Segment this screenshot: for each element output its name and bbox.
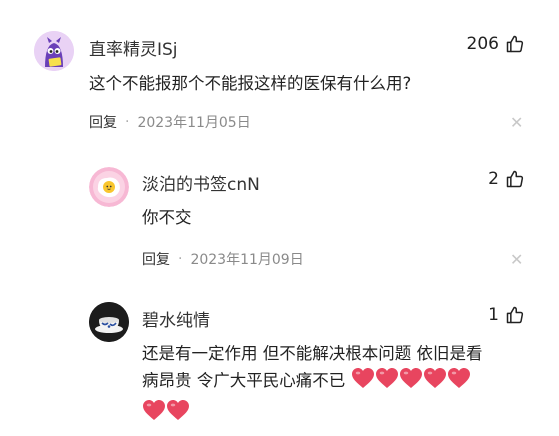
close-icon[interactable]: ✕ [510, 250, 523, 269]
heart-emoji-icon [423, 367, 447, 397]
like-button[interactable]: 206 [467, 34, 525, 54]
fried-egg-icon [89, 167, 129, 207]
heart-emoji-icon [375, 367, 399, 397]
reply-button[interactable]: 回复 [89, 112, 117, 132]
comment-meta: 回复 · 2023年11月09日 [142, 249, 304, 269]
like-button[interactable]: 2 [488, 169, 525, 189]
like-count: 2 [488, 169, 499, 189]
thumbs-up-icon [506, 306, 524, 324]
heart-emoji-icon [351, 367, 375, 397]
user-avatar[interactable] [89, 167, 129, 207]
username[interactable]: 淡泊的书签cnN [142, 170, 260, 195]
comment-date: 2023年11月05日 [137, 115, 251, 131]
like-count: 1 [488, 305, 499, 325]
reply-button[interactable]: 回复 [142, 249, 170, 269]
thumbs-up-icon [506, 35, 524, 53]
user-avatar[interactable] [34, 31, 74, 71]
comment-date: 2023年11月09日 [190, 252, 304, 268]
comment-text: 还是有一定作用 但不能解决根本问题 依旧是看 病昂贵 令广大平民心痛不已 [142, 341, 532, 429]
comment-meta: 回复 · 2023年11月05日 [89, 112, 251, 132]
like-button[interactable]: 1 [488, 305, 525, 325]
comment-text-line: 还是有一定作用 但不能解决根本问题 依旧是看 [142, 344, 483, 363]
comment-text: 这个不能报那个不能报这样的医保有什么用? [89, 74, 412, 93]
close-icon[interactable]: ✕ [510, 113, 523, 132]
username[interactable]: 碧水纯情 [142, 306, 210, 331]
heart-emoji-group [142, 399, 532, 429]
separator-dot: · [178, 251, 183, 267]
heart-emoji-icon [447, 367, 471, 397]
comment-text: 你不交 [142, 208, 192, 227]
porcelain-cup-icon [89, 302, 129, 342]
separator-dot: · [125, 114, 130, 130]
username[interactable]: 直率精灵ISj [89, 35, 178, 60]
comment-text-fragment: 病昂贵 令广大平民心痛不已 [142, 371, 346, 390]
heart-emoji-group [351, 368, 471, 390]
thumbs-up-icon [506, 170, 524, 188]
heart-emoji-icon [166, 399, 190, 429]
comment-text-line-2: 病昂贵 令广大平民心痛不已 [142, 367, 532, 397]
like-count: 206 [466, 34, 499, 54]
user-avatar[interactable] [89, 302, 129, 342]
heart-emoji-icon [142, 399, 166, 429]
purple-monster-icon [34, 31, 74, 71]
heart-emoji-icon [399, 367, 423, 397]
